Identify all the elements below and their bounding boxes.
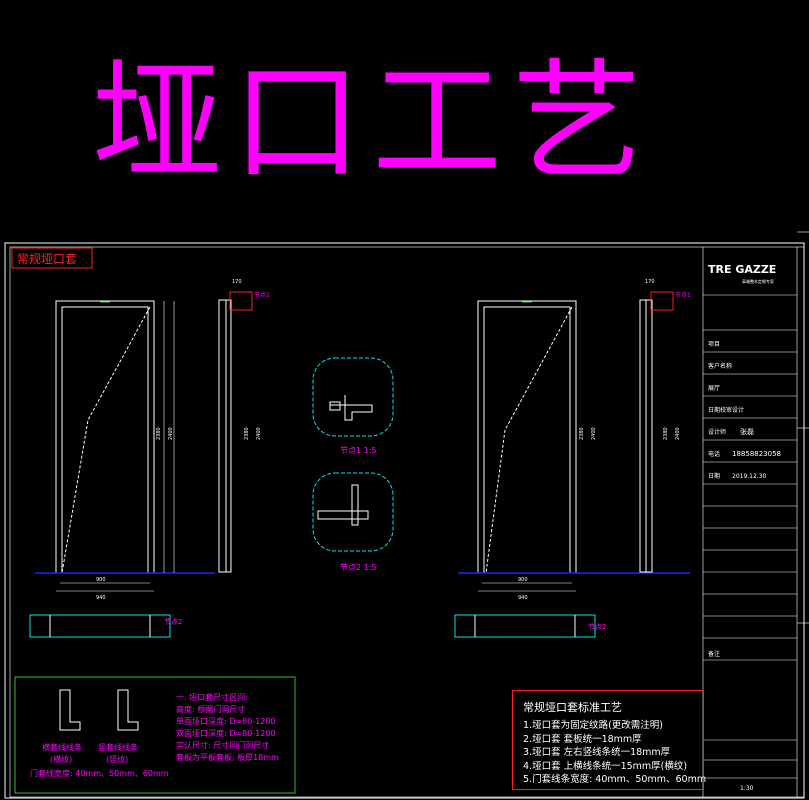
dim-w1-left: 900 (96, 577, 106, 583)
title-block (702, 247, 798, 797)
dim-w2-right: 940 (518, 595, 528, 601)
plan-callout-right: 节点2 (588, 623, 606, 631)
spec-line-5: 套板为平板套板, 板厚18mm (176, 752, 279, 762)
profile-horizontal (59, 689, 81, 731)
dim-h2-right: 2400 (591, 427, 597, 440)
cad-drawing: 常规垭口套 900 940 2380 2400 170 节点1 2380 240… (4, 231, 809, 799)
dim-h1-right: 2380 (579, 427, 585, 440)
spec-line-3: 双面垭口深度: D=80-1200 (176, 728, 276, 738)
spec-line-4: 实认尺寸: 尺寸同门洞尺寸 (176, 740, 269, 750)
tb-row-6: 设计师 (708, 428, 726, 436)
node-detail-2 (312, 472, 394, 552)
dim-h1-side-right: 2380 (663, 427, 669, 440)
dim-h1-left: 2380 (156, 427, 162, 440)
process-line-4: 4.垭口套 上横线条统一15mm厚(横纹) (523, 760, 688, 772)
spec-footer: 门套线宽度: 40mm、50mm、60mm (30, 768, 169, 778)
callout-right: 节点1 (675, 291, 691, 299)
profile-label-4: (竖纹) (106, 754, 128, 764)
plan-section-left (29, 614, 171, 638)
tb-designer: 张磊 (740, 427, 754, 436)
dim-w1-right: 900 (518, 577, 528, 583)
edge-ticks (797, 231, 809, 624)
door-elevation-right (477, 300, 577, 574)
node1-label: 节点1 1:5 (340, 446, 377, 455)
dim-depth-right: 170 (645, 279, 655, 285)
dim-w2-left: 940 (96, 595, 106, 601)
tb-row-2: 客户名称 (708, 362, 732, 370)
process-line-5: 5.门套线条宽度: 40mm、50mm、60mm (523, 774, 707, 785)
spec-heading: 一. 垭口套尺寸区间: (176, 692, 248, 702)
tb-row-3: 展厅 (708, 385, 720, 392)
brand-tagline: 高端整木定制专家 (742, 278, 774, 284)
profile-vertical (117, 689, 139, 731)
dims-right (478, 582, 576, 592)
tb-date: 2019.12.30 (732, 473, 767, 480)
spec-line-1: 高度: 根据门洞尺寸 (176, 704, 245, 714)
door-elevation-left (55, 300, 155, 574)
dim-h2-side-right: 2400 (675, 427, 681, 440)
tb-scale: 1:30 (740, 785, 754, 792)
plan-section-right (454, 614, 596, 638)
tb-row-5: 日期校审设计 (708, 406, 744, 414)
dim-h1-side-left: 2380 (244, 427, 250, 440)
node2-label: 节点2 1:5 (340, 563, 377, 572)
callout-left: 节点1 (254, 291, 270, 299)
plan-callout-left: 节点2 (164, 618, 182, 626)
tb-phone: 18858823058 (732, 450, 781, 458)
process-heading: 常规垭口套标准工艺 (523, 701, 622, 714)
tb-row-8: 日期 (708, 472, 720, 480)
tb-row-1: 项目 (708, 341, 720, 348)
profile-label-2: (横纹) (50, 754, 72, 764)
node-detail-1 (312, 357, 394, 437)
profile-label-3: 竖套线线条 (98, 742, 138, 752)
brand-logo: TRE GAZZE (708, 263, 776, 276)
process-line-2: 2.垭口套 套板统一18mm厚 (523, 733, 642, 745)
dim-depth-left: 170 (232, 279, 242, 285)
profile-label-1: 横套线线条 (42, 742, 82, 752)
process-line-1: 1.垭口套为固定纹路(更改需注明) (523, 720, 663, 731)
section-label: 常规垭口套 (17, 251, 77, 266)
tb-row-7: 电话 (708, 450, 720, 458)
dim-h2-side-left: 2400 (256, 427, 262, 440)
dim-h2-left: 2400 (168, 427, 174, 440)
dims-left (56, 301, 175, 592)
tb-row-9: 备注 (708, 650, 720, 658)
process-line-3: 3.垭口套 左右竖线条统一18mm厚 (523, 747, 671, 758)
spec-line-2: 单面垭口深度: D=80-1200 (176, 716, 276, 726)
process-notes: 常规垭口套标准工艺 1.垭口套为固定纹路(更改需注明) 2.垭口套 套板统一18… (512, 690, 707, 790)
